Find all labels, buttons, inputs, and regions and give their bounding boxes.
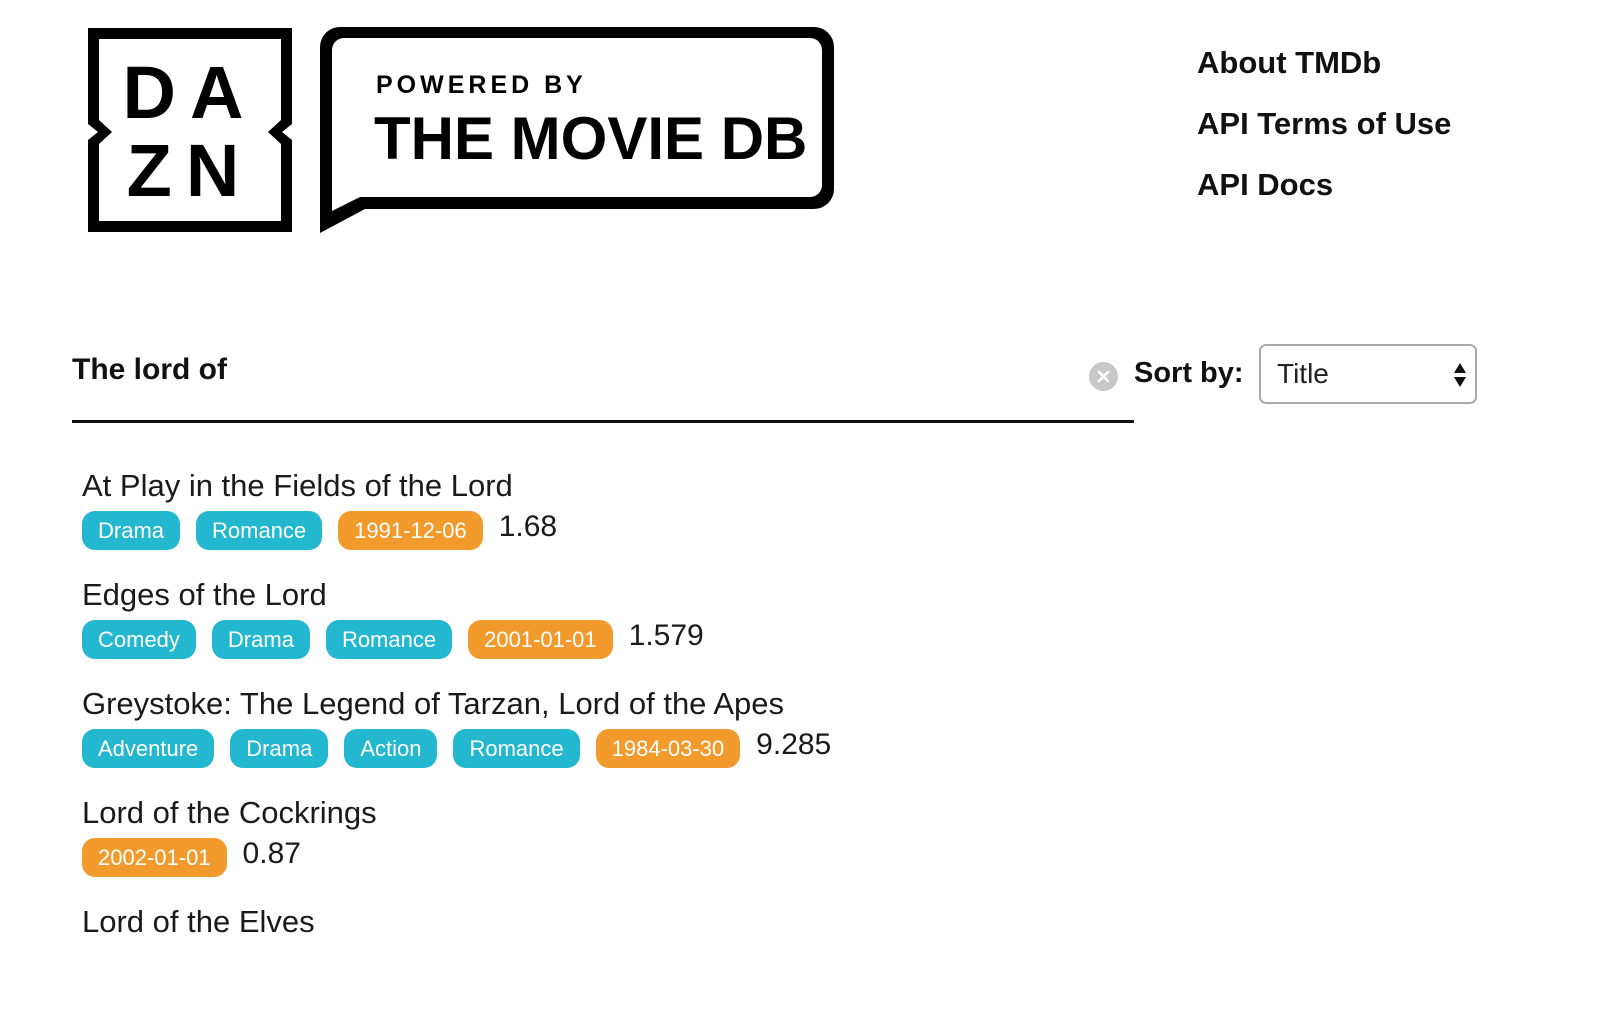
search-underline bbox=[72, 420, 1134, 423]
sort-label: Sort by: bbox=[1134, 357, 1244, 389]
results-list: At Play in the Fields of the Lord Drama … bbox=[82, 467, 1282, 1012]
result-tags: Drama Romance 1991-12-06 1.68 bbox=[82, 509, 1282, 551]
result-title[interactable]: Greystoke: The Legend of Tarzan, Lord of… bbox=[82, 685, 1282, 727]
sort-select[interactable]: Title bbox=[1259, 344, 1477, 404]
result-title[interactable]: Lord of the Cockrings bbox=[82, 794, 1282, 836]
result-item: Edges of the Lord Comedy Drama Romance 2… bbox=[82, 576, 1282, 685]
release-date-tag: 2002-01-01 bbox=[82, 837, 227, 877]
select-arrows-icon bbox=[1454, 363, 1466, 387]
genre-tag: Romance bbox=[453, 728, 580, 768]
result-title[interactable]: Lord of the Elves bbox=[82, 903, 1282, 945]
score: 1.579 bbox=[628, 619, 704, 652]
sort-selected-value: Title bbox=[1277, 358, 1329, 389]
dazn-logo: DA ZN bbox=[88, 28, 292, 232]
nav-link-api-docs[interactable]: API Docs bbox=[1197, 168, 1451, 202]
genre-tag: Action bbox=[344, 728, 438, 768]
release-date-tag: 1991-12-06 bbox=[338, 510, 483, 550]
result-item: Greystoke: The Legend of Tarzan, Lord of… bbox=[82, 685, 1282, 794]
genre-tag: Drama bbox=[211, 619, 310, 659]
genre-tag: Comedy bbox=[82, 619, 196, 659]
clear-search-button[interactable] bbox=[1089, 362, 1118, 391]
result-item: Lord of the Elves bbox=[82, 903, 1282, 1012]
genre-tag: Drama bbox=[82, 510, 181, 550]
result-tags: Adventure Drama Action Romance 1984-03-3… bbox=[82, 727, 1282, 769]
result-title[interactable]: Edges of the Lord bbox=[82, 576, 1282, 618]
release-date-tag: 1984-03-30 bbox=[595, 728, 741, 768]
result-tags: Comedy Drama Romance 2001-01-01 1.579 bbox=[82, 618, 1282, 660]
nav-link-api-terms[interactable]: API Terms of Use bbox=[1197, 107, 1451, 141]
result-item: At Play in the Fields of the Lord Drama … bbox=[82, 467, 1282, 576]
result-title[interactable]: At Play in the Fields of the Lord bbox=[82, 467, 1282, 509]
result-item: Lord of the Cockrings 2002-01-01 0.87 bbox=[82, 794, 1282, 903]
score: 9.285 bbox=[756, 728, 832, 761]
tmdb-logo-powered-by: POWERED BY bbox=[376, 71, 587, 99]
header-nav: About TMDb API Terms of Use API Docs bbox=[1197, 46, 1451, 229]
genre-tag: Adventure bbox=[82, 728, 215, 768]
dazn-logo-text-row2: ZN bbox=[127, 129, 254, 212]
result-tags: 2002-01-01 0.87 bbox=[82, 836, 1282, 878]
dazn-logo-text-row1: DA bbox=[123, 51, 258, 134]
nav-link-about-tmdb[interactable]: About TMDb bbox=[1197, 46, 1451, 80]
score: 0.87 bbox=[242, 837, 301, 870]
genre-tag: Romance bbox=[196, 510, 323, 550]
genre-tag: Drama bbox=[230, 728, 329, 768]
search-input[interactable] bbox=[72, 345, 1072, 395]
tmdb-logo: POWERED BY THE MOVIE DB bbox=[320, 27, 834, 233]
close-icon bbox=[1097, 370, 1110, 383]
release-date-tag: 2001-01-01 bbox=[468, 619, 613, 659]
score: 1.68 bbox=[498, 510, 558, 543]
genre-tag: Romance bbox=[325, 619, 453, 659]
tmdb-logo-title: THE MOVIE DB bbox=[374, 105, 807, 172]
search-bar bbox=[72, 345, 1134, 423]
